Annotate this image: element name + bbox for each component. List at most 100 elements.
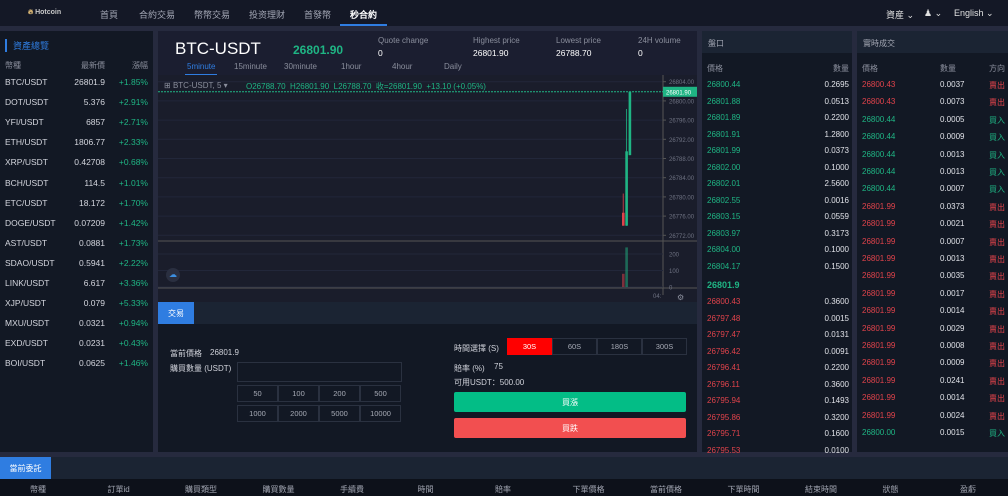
orderbook-row[interactable]: 26795.94 0.1493 — [707, 396, 849, 407]
cloud-icon[interactable]: ☁ — [166, 268, 180, 282]
stat-value: 0 — [638, 48, 643, 58]
chart-symbol-selector[interactable]: ⊞ BTC-USDT, 5 ▾ — [164, 81, 228, 90]
trade-tab-bar: 交易 — [158, 302, 697, 324]
chart-symbol: BTC-USDT, 5 — [172, 81, 222, 90]
orderbook-price: 26801.89 — [707, 113, 741, 122]
orderbook-price: 26804.00 — [707, 245, 741, 254]
kline-chart[interactable]: 26804.00 26800.00 26796.00 26792.00 26788.00… — [158, 75, 697, 302]
market-row[interactable]: BCH/USDT 114.5 +1.01% — [5, 178, 148, 190]
nav-ieo[interactable]: 首發幣 — [304, 8, 331, 21]
orderbook-row[interactable]: 26802.00 0.1000 — [707, 163, 849, 174]
market-row[interactable]: DOT/USDT 5.376 +2.91% — [5, 97, 148, 109]
amount-preset-100[interactable]: 100 — [278, 385, 319, 402]
market-row[interactable]: BTC/USDT 26801.9 +1.85% — [5, 77, 148, 89]
market-row[interactable]: SDAO/USDT 0.5941 +2.22% — [5, 258, 148, 270]
market-row[interactable]: DOGE/USDT 0.07209 +1.42% — [5, 218, 148, 230]
trade-price: 26801.99 — [862, 393, 896, 403]
trade-side: 賣出 — [989, 324, 1005, 334]
user-menu[interactable]: ♟ ⌄ — [924, 8, 942, 19]
trade-side: 賣出 — [989, 202, 1005, 212]
orderbook-price: 26795.53 — [707, 445, 741, 455]
market-row[interactable]: BOI/USDT 0.0625 +1.46% — [5, 358, 148, 370]
orderbook-row[interactable]: 26796.41 0.2200 — [707, 363, 849, 374]
amount-input[interactable] — [237, 362, 402, 382]
orderbook-row[interactable]: 26801.89 0.2200 — [707, 113, 849, 124]
trade-qty: 0.0015 — [940, 428, 965, 437]
nav-home[interactable]: 首頁 — [100, 8, 118, 21]
orderbook-row[interactable]: 26797.47 0.0131 — [707, 330, 849, 341]
orderbook-row[interactable]: 26803.15 0.0559 — [707, 212, 849, 223]
orderbook-row[interactable]: 26795.53 0.0100 — [707, 446, 849, 457]
market-row[interactable]: XJP/USDT 0.079 +5.33% — [5, 298, 148, 310]
orderbook-row[interactable]: 26796.11 0.3600 — [707, 380, 849, 391]
interval-tab-15minute[interactable]: 15minute — [234, 62, 267, 71]
tab-current-orders[interactable]: 當前委託 — [0, 457, 51, 479]
orderbook-row[interactable]: 26796.42 0.0091 — [707, 347, 849, 358]
time-option-180S[interactable]: 180S — [597, 338, 642, 355]
orderbook-row[interactable]: 26801.88 0.0513 — [707, 97, 849, 108]
orderbook-row[interactable]: 26800.43 0.3600 — [707, 297, 849, 308]
orderbook-row[interactable]: 26801.91 1.2800 — [707, 130, 849, 141]
amount-preset-200[interactable]: 200 — [319, 385, 360, 402]
market-row[interactable]: ETH/USDT 1806.77 +2.33% — [5, 137, 148, 149]
buy-up-button[interactable]: 買漲 — [454, 392, 686, 412]
market-row[interactable]: AST/USDT 0.0881 +1.73% — [5, 238, 148, 250]
orderbook-row[interactable]: 26803.97 0.3173 — [707, 229, 849, 240]
kline-svg[interactable]: 26804.00 26800.00 26796.00 26792.00 26788.00… — [158, 75, 697, 302]
interval-tab-4hour[interactable]: 4hour — [392, 62, 412, 71]
orderbook-row[interactable]: 26804.00 0.1000 — [707, 245, 849, 256]
orderbook-row[interactable]: 26800.44 0.2695 — [707, 80, 849, 91]
amount-preset-1000[interactable]: 1000 — [237, 405, 278, 422]
trade-row: 26801.99 0.0014 賣出 — [862, 306, 1005, 317]
tab-trade[interactable]: 交易 — [158, 302, 194, 324]
amount-preset-500[interactable]: 500 — [360, 385, 401, 402]
orderbook-row[interactable]: 26802.01 2.5600 — [707, 179, 849, 190]
interval-tab-1hour[interactable]: 1hour — [341, 62, 361, 71]
time-option-300S[interactable]: 300S — [642, 338, 687, 355]
interval-tab-5minute[interactable]: 5minute — [185, 62, 218, 75]
orderbook-row[interactable]: 26804.17 0.1500 — [707, 262, 849, 273]
market-pair: DOT/USDT — [5, 97, 49, 108]
nav-second-contract[interactable]: 秒合約 — [350, 8, 377, 21]
market-row[interactable]: XRP/USDT 0.42708 +0.68% — [5, 157, 148, 169]
trade-qty: 0.0024 — [940, 410, 965, 420]
market-last: 6857 — [86, 117, 105, 128]
time-option-30S[interactable]: 30S — [507, 338, 552, 355]
orders-col-header: 訂單id — [107, 485, 130, 494]
orderbook-row[interactable]: 26795.71 0.1600 — [707, 429, 849, 440]
orderbook-row[interactable]: 26801.99 0.0373 — [707, 146, 849, 157]
buy-down-button[interactable]: 買跌 — [454, 418, 686, 438]
interval-tab-30minute[interactable]: 30minute — [284, 62, 317, 71]
orderbook-qty: 0.0016 — [824, 195, 849, 205]
amount-preset-10000[interactable]: 10000 — [360, 405, 401, 422]
trade-qty: 0.0013 — [940, 167, 965, 176]
logo[interactable]: 🔥︎ Hotcoin — [28, 9, 61, 17]
amount-preset-5000[interactable]: 5000 — [319, 405, 360, 422]
trade-side: 買入 — [989, 168, 1005, 177]
market-row[interactable]: ETC/USDT 18.172 +1.70% — [5, 198, 148, 210]
language-menu[interactable]: English ⌄ — [954, 8, 994, 19]
market-row[interactable]: MXU/USDT 0.0321 +0.94% — [5, 318, 148, 330]
market-row[interactable]: EXD/USDT 0.0231 +0.43% — [5, 338, 148, 350]
orderbook-row[interactable]: 26795.86 0.3200 — [707, 413, 849, 424]
time-option-60S[interactable]: 60S — [552, 338, 597, 355]
orderbook-row[interactable]: 26802.55 0.0016 — [707, 196, 849, 207]
orderbook-qty: 0.1493 — [824, 396, 849, 405]
nav-finance[interactable]: 投资理财 — [249, 8, 285, 21]
orderbook-qty: 0.2200 — [824, 113, 849, 122]
settings-gear-icon[interactable]: ⚙ — [677, 293, 684, 302]
orderbook-row[interactable]: 26797.48 0.0015 — [707, 314, 849, 325]
amount-preset-50[interactable]: 50 — [237, 385, 278, 402]
nav-contract[interactable]: 合約交易 — [139, 8, 175, 21]
interval-tab-Daily[interactable]: Daily — [444, 62, 462, 71]
market-row[interactable]: YFI/USDT 6857 +2.71% — [5, 117, 148, 129]
nav-spot[interactable]: 幣幣交易 — [194, 8, 230, 21]
orderbook-qty: 0.0559 — [824, 212, 849, 221]
assets-menu[interactable]: 資産 ⌄ — [886, 8, 914, 21]
market-row[interactable]: LINK/USDT 6.617 +3.36% — [5, 278, 148, 290]
top-nav: 🔥︎ Hotcoin 首頁 合約交易 幣幣交易 投资理财 首發幣 秒合約 資産 … — [0, 0, 1008, 26]
amount-preset-2000[interactable]: 2000 — [278, 405, 319, 422]
market-pair: ETH/USDT — [5, 137, 48, 148]
orderbook-price: 26800.44 — [707, 80, 741, 89]
orderbook-price: 26802.55 — [707, 195, 741, 205]
